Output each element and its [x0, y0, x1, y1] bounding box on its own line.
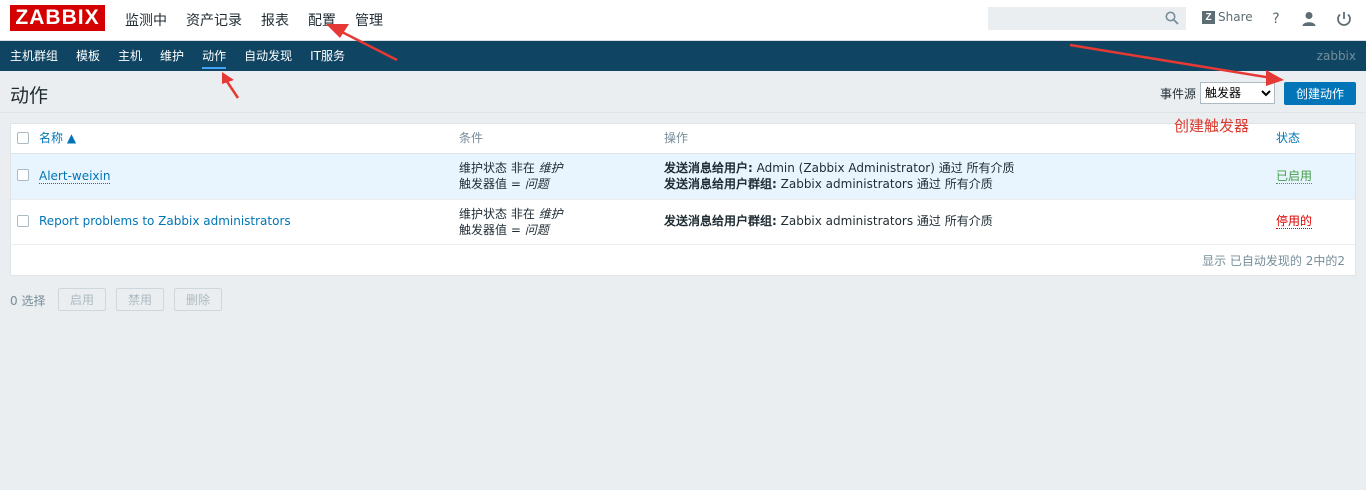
- subnav-discovery[interactable]: 自动发现: [238, 41, 298, 71]
- column-header-status[interactable]: 状态: [1276, 124, 1300, 153]
- select-all-checkbox[interactable]: [17, 132, 29, 144]
- condition-value: 问题: [524, 223, 549, 237]
- selected-count: 0 选择: [10, 294, 46, 308]
- table-footer: 显示 已自动发现的 2中的2: [11, 244, 1355, 275]
- action-name-link[interactable]: Alert-weixin: [39, 169, 111, 184]
- operations-cell: 发送消息给用户群组: Zabbix administrators 通过 所有介质: [664, 213, 993, 229]
- condition-value: 维护: [538, 161, 563, 175]
- share-label: Share: [1218, 10, 1253, 24]
- event-source-filter: 事件源 触发器: [1160, 82, 1276, 104]
- conditions-cell: 维护状态 非在 维护 触发器值 = 问题: [459, 160, 563, 192]
- column-header-name[interactable]: 名称 ▲: [39, 124, 76, 153]
- annotation-label: 创建触发器: [1174, 117, 1250, 135]
- conditions-cell: 维护状态 非在 维护 触发器值 = 问题: [459, 206, 563, 238]
- status-enabled-link[interactable]: 已启用: [1276, 169, 1313, 184]
- nav-monitoring[interactable]: 监测中: [118, 10, 174, 30]
- delete-button[interactable]: 删除: [174, 288, 222, 311]
- user-profile-icon[interactable]: [1300, 10, 1318, 28]
- search-box: [988, 7, 1186, 30]
- operation-text: Admin (Zabbix Administrator) 通过 所有介质: [752, 161, 1015, 175]
- condition-text: 维护状态 非在: [459, 161, 539, 175]
- action-name-link[interactable]: Report problems to Zabbix administrators: [39, 214, 291, 228]
- nav-inventory[interactable]: 资产记录: [179, 10, 249, 30]
- zabbix-share-icon: Z: [1202, 10, 1215, 24]
- nav-configuration[interactable]: 配置: [301, 10, 343, 30]
- table-row: Alert-weixin 维护状态 非在 维护 触发器值 = 问题 发送消息给用…: [11, 153, 1355, 199]
- search-input[interactable]: [989, 8, 1159, 30]
- operation-label: 发送消息给用户群组:: [664, 177, 777, 191]
- status-disabled-link[interactable]: 停用的: [1276, 214, 1313, 229]
- subnav-maintenance[interactable]: 维护: [154, 41, 190, 71]
- condition-text: 触发器值 =: [459, 223, 525, 237]
- search-icon[interactable]: [1165, 11, 1179, 25]
- row-checkbox[interactable]: [17, 215, 29, 227]
- operation-label: 发送消息给用户群组:: [664, 214, 777, 228]
- subnav-it-services[interactable]: IT服务: [304, 41, 351, 71]
- top-header: ZABBIX 监测中 资产记录 报表 配置 管理 Z Share ?: [0, 0, 1366, 41]
- server-name: zabbix: [1316, 49, 1356, 63]
- share-link[interactable]: Z Share: [1202, 10, 1253, 24]
- help-icon[interactable]: ?: [1267, 10, 1285, 28]
- operation-text: Zabbix administrators 通过 所有介质: [776, 214, 993, 228]
- event-source-label: 事件源: [1160, 86, 1197, 101]
- nav-reports[interactable]: 报表: [254, 10, 296, 30]
- row-checkbox[interactable]: [17, 169, 29, 181]
- annotation-arrowhead: [222, 72, 234, 84]
- condition-value: 问题: [524, 177, 549, 191]
- operation-label: 发送消息给用户:: [664, 161, 753, 175]
- table-summary: 显示 已自动发现的 2中的2: [1202, 254, 1345, 268]
- disable-button[interactable]: 禁用: [116, 288, 164, 311]
- header-divider: [0, 112, 1366, 113]
- annotation-arrow: [224, 79, 240, 99]
- column-header-operations: 操作: [664, 131, 689, 145]
- condition-text: 触发器值 =: [459, 177, 525, 191]
- operation-text: Zabbix administrators 通过 所有介质: [776, 177, 993, 191]
- nav-administration[interactable]: 管理: [348, 10, 390, 30]
- column-header-conditions: 条件: [459, 131, 484, 145]
- subnav-actions[interactable]: 动作: [196, 41, 232, 71]
- sign-out-icon[interactable]: [1335, 10, 1353, 28]
- subnav-templates[interactable]: 模板: [70, 41, 106, 71]
- enable-button[interactable]: 启用: [58, 288, 106, 311]
- subnav-host-groups[interactable]: 主机群组: [4, 41, 64, 71]
- zabbix-logo[interactable]: ZABBIX: [10, 5, 105, 31]
- create-action-button[interactable]: 创建动作: [1284, 82, 1356, 105]
- page-title: 动作: [10, 85, 49, 107]
- sub-nav: 主机群组 模板 主机 维护 动作 自动发现 IT服务 zabbix: [0, 41, 1366, 71]
- table-row: Report problems to Zabbix administrators…: [11, 199, 1355, 244]
- operations-cell: 发送消息给用户: Admin (Zabbix Administrator) 通过…: [664, 160, 1015, 192]
- condition-text: 维护状态 非在: [459, 207, 539, 221]
- actions-table: 名称 ▲ 条件 操作 状态 Alert-weixin 维护状态 非在 维护 触发…: [10, 123, 1356, 276]
- main-nav: 监测中 资产记录 报表 配置 管理: [118, 0, 395, 40]
- condition-value: 维护: [538, 207, 563, 221]
- subnav-hosts[interactable]: 主机: [112, 41, 148, 71]
- event-source-select[interactable]: 触发器: [1200, 82, 1276, 104]
